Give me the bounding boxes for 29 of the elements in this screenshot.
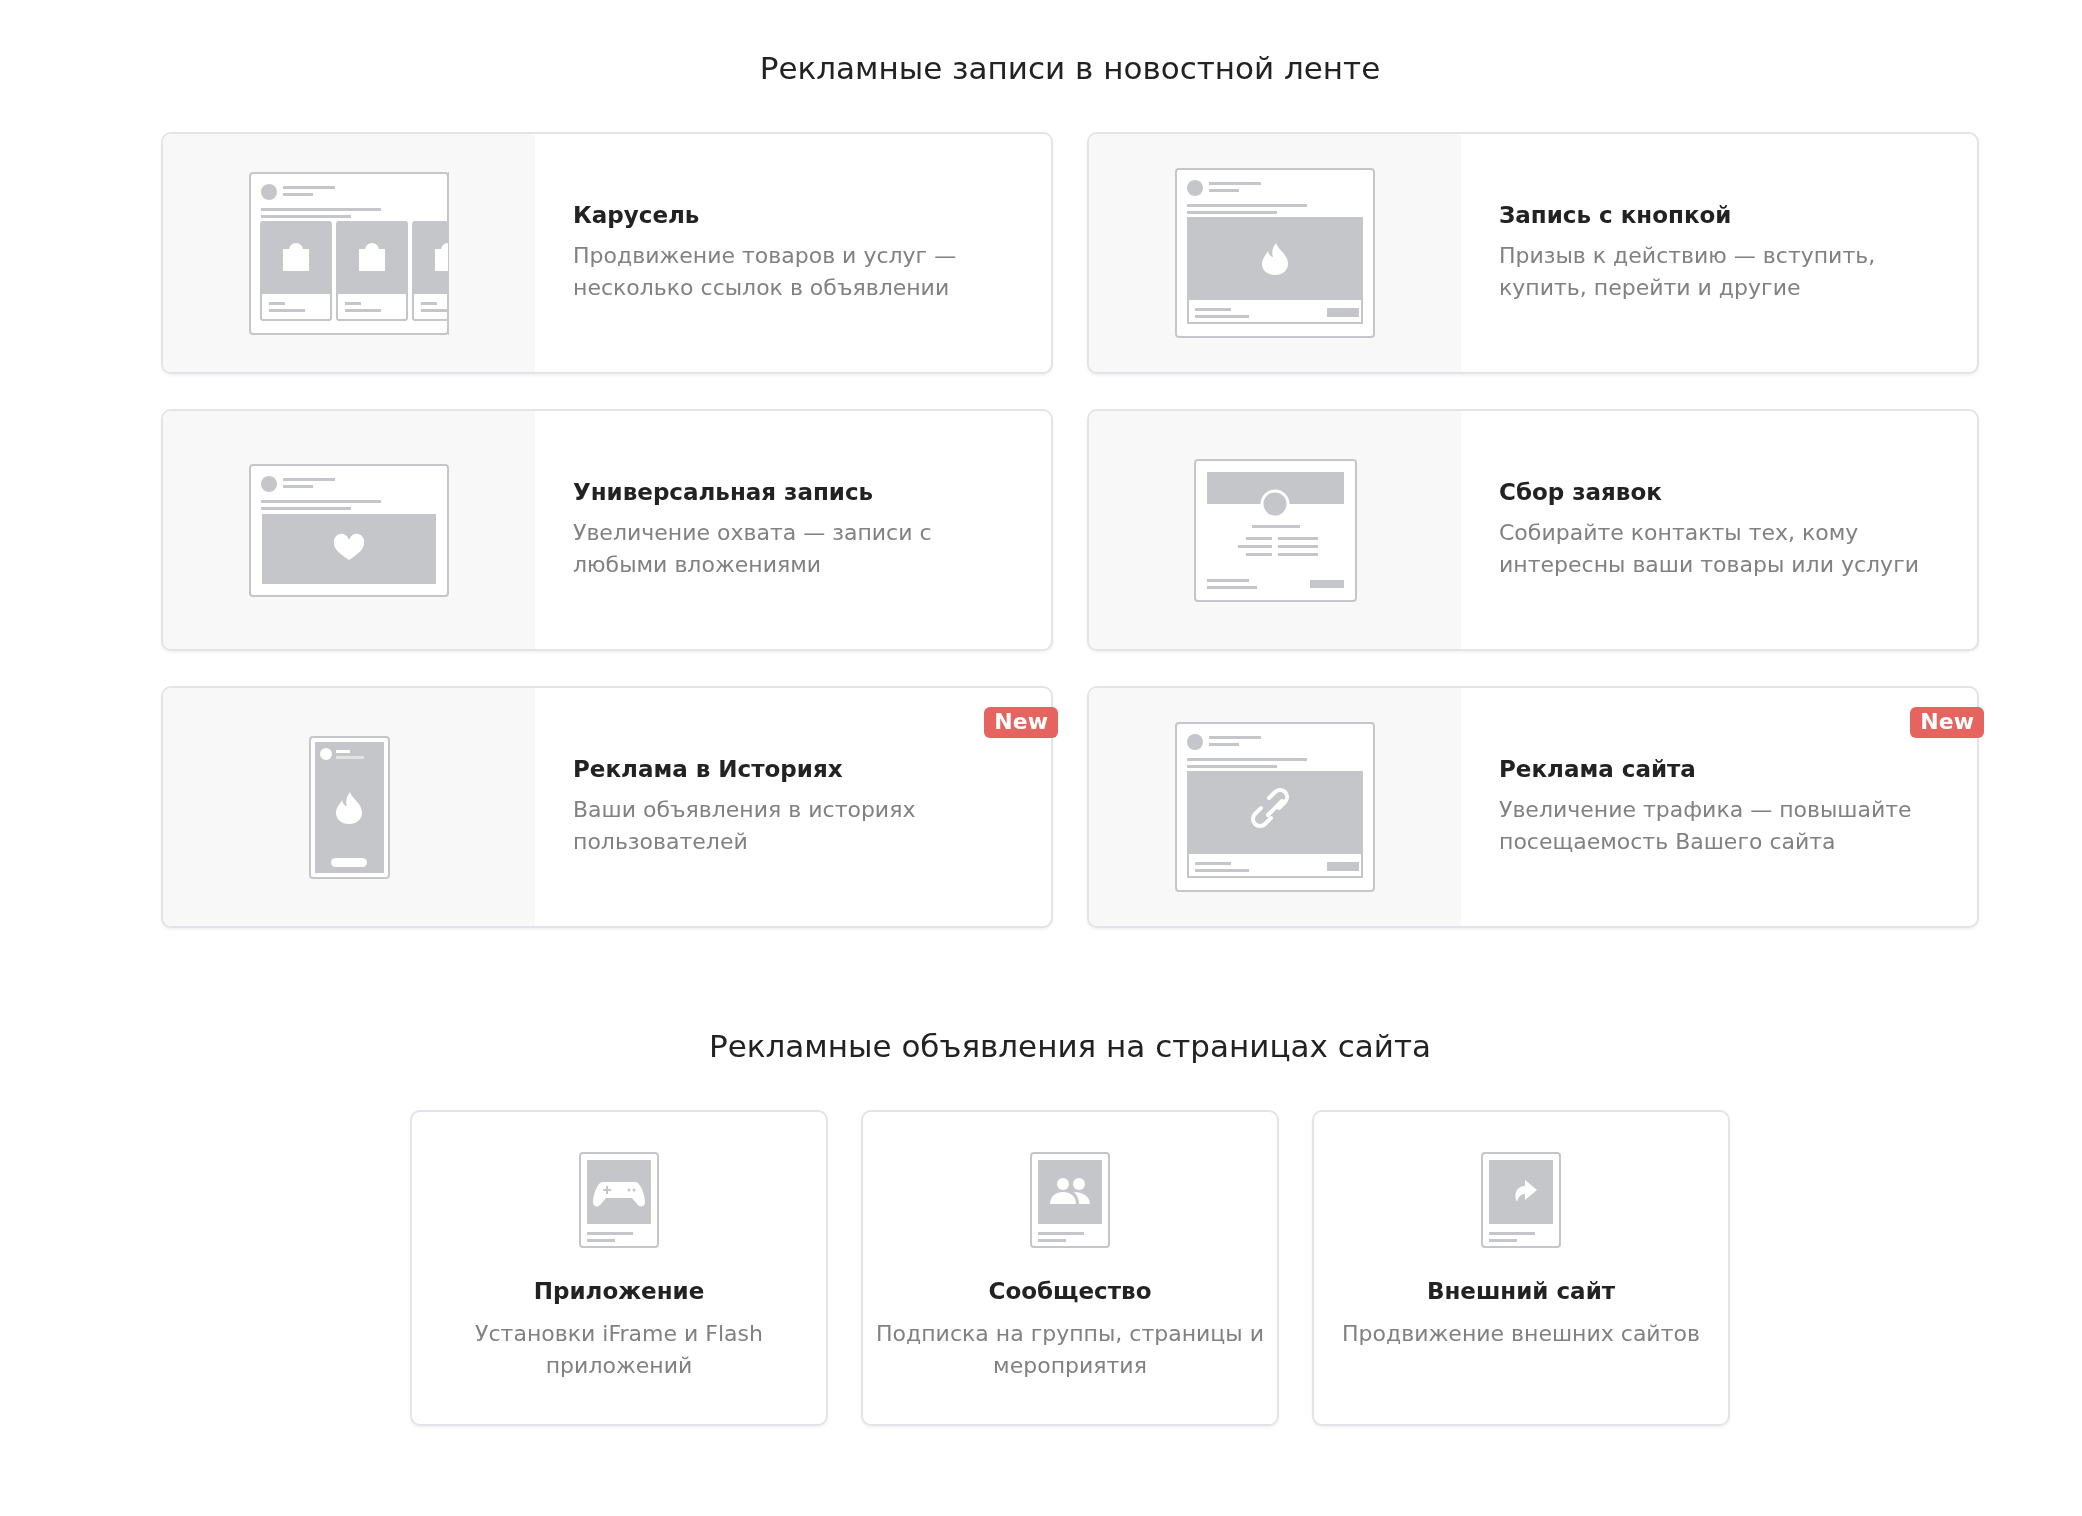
card-title: Реклама сайта [1499, 756, 1697, 782]
card-description: Продвижение внешних сайтов [1342, 1320, 1700, 1348]
card-description: Увеличение охвата — записи с любыми вложениями [573, 519, 933, 579]
card-title: Сообщество [988, 1278, 1152, 1304]
card-title: Сбор заявок [1499, 479, 1663, 505]
card-description: Собирайте контакты тех, кому интересны ваши товары или услуги [1499, 519, 1920, 579]
card-title: Реклама в Историях [573, 756, 844, 782]
card-title: Приложение [533, 1278, 705, 1304]
card-description: Ваши объявления в историях пользователей [573, 796, 917, 856]
card-description: Подписка на группы, страницы и мероприятия [875, 1320, 1265, 1380]
section-heading: Рекламные объявления на страницах сайта [708, 1028, 1432, 1064]
card-description: Призыв к действию — вступить, купить, перейти и другие [1499, 242, 1877, 302]
new-badge: New [984, 707, 1058, 738]
ad-format-card[interactable]: Приложение Установки iFrame и Flash приложений [410, 1110, 828, 1426]
card-title: Карусель [573, 202, 701, 228]
section-heading: Рекламные записи в новостной ленте [758, 50, 1382, 86]
card-description: Увеличение трафика — повышайте посещаемость Вашего сайта [1499, 796, 1913, 856]
card-description: Установки iFrame и Flash приложений [474, 1320, 764, 1380]
new-badge: New [1910, 707, 1984, 738]
ad-format-card[interactable]: Запись с кнопкой Призыв к действию — вступить, купить, перейти и другие [1087, 132, 1979, 374]
ad-format-card[interactable]: Внешний сайт Продвижение внешних сайтов [1312, 1110, 1730, 1426]
ad-format-card[interactable]: Сообщество Подписка на группы, страницы и мероприятия [861, 1110, 1279, 1426]
card-title: Универсальная запись [573, 479, 875, 505]
card-title: Запись с кнопкой [1499, 202, 1733, 228]
card-title: Внешний сайт [1426, 1278, 1616, 1304]
card-description: Продвижение товаров и услуг — несколько ссылок в объявлении [573, 242, 958, 302]
ad-format-card[interactable]: Карусель Продвижение товаров и услуг — несколько ссылок в объявлении [161, 132, 1053, 374]
ad-format-card[interactable]: Сбор заявок Собирайте контакты тех, кому интересны ваши товары или услуги [1087, 409, 1979, 651]
ad-format-card[interactable]: Универсальная запись Увеличение охвата — записи с любыми вложениями [161, 409, 1053, 651]
